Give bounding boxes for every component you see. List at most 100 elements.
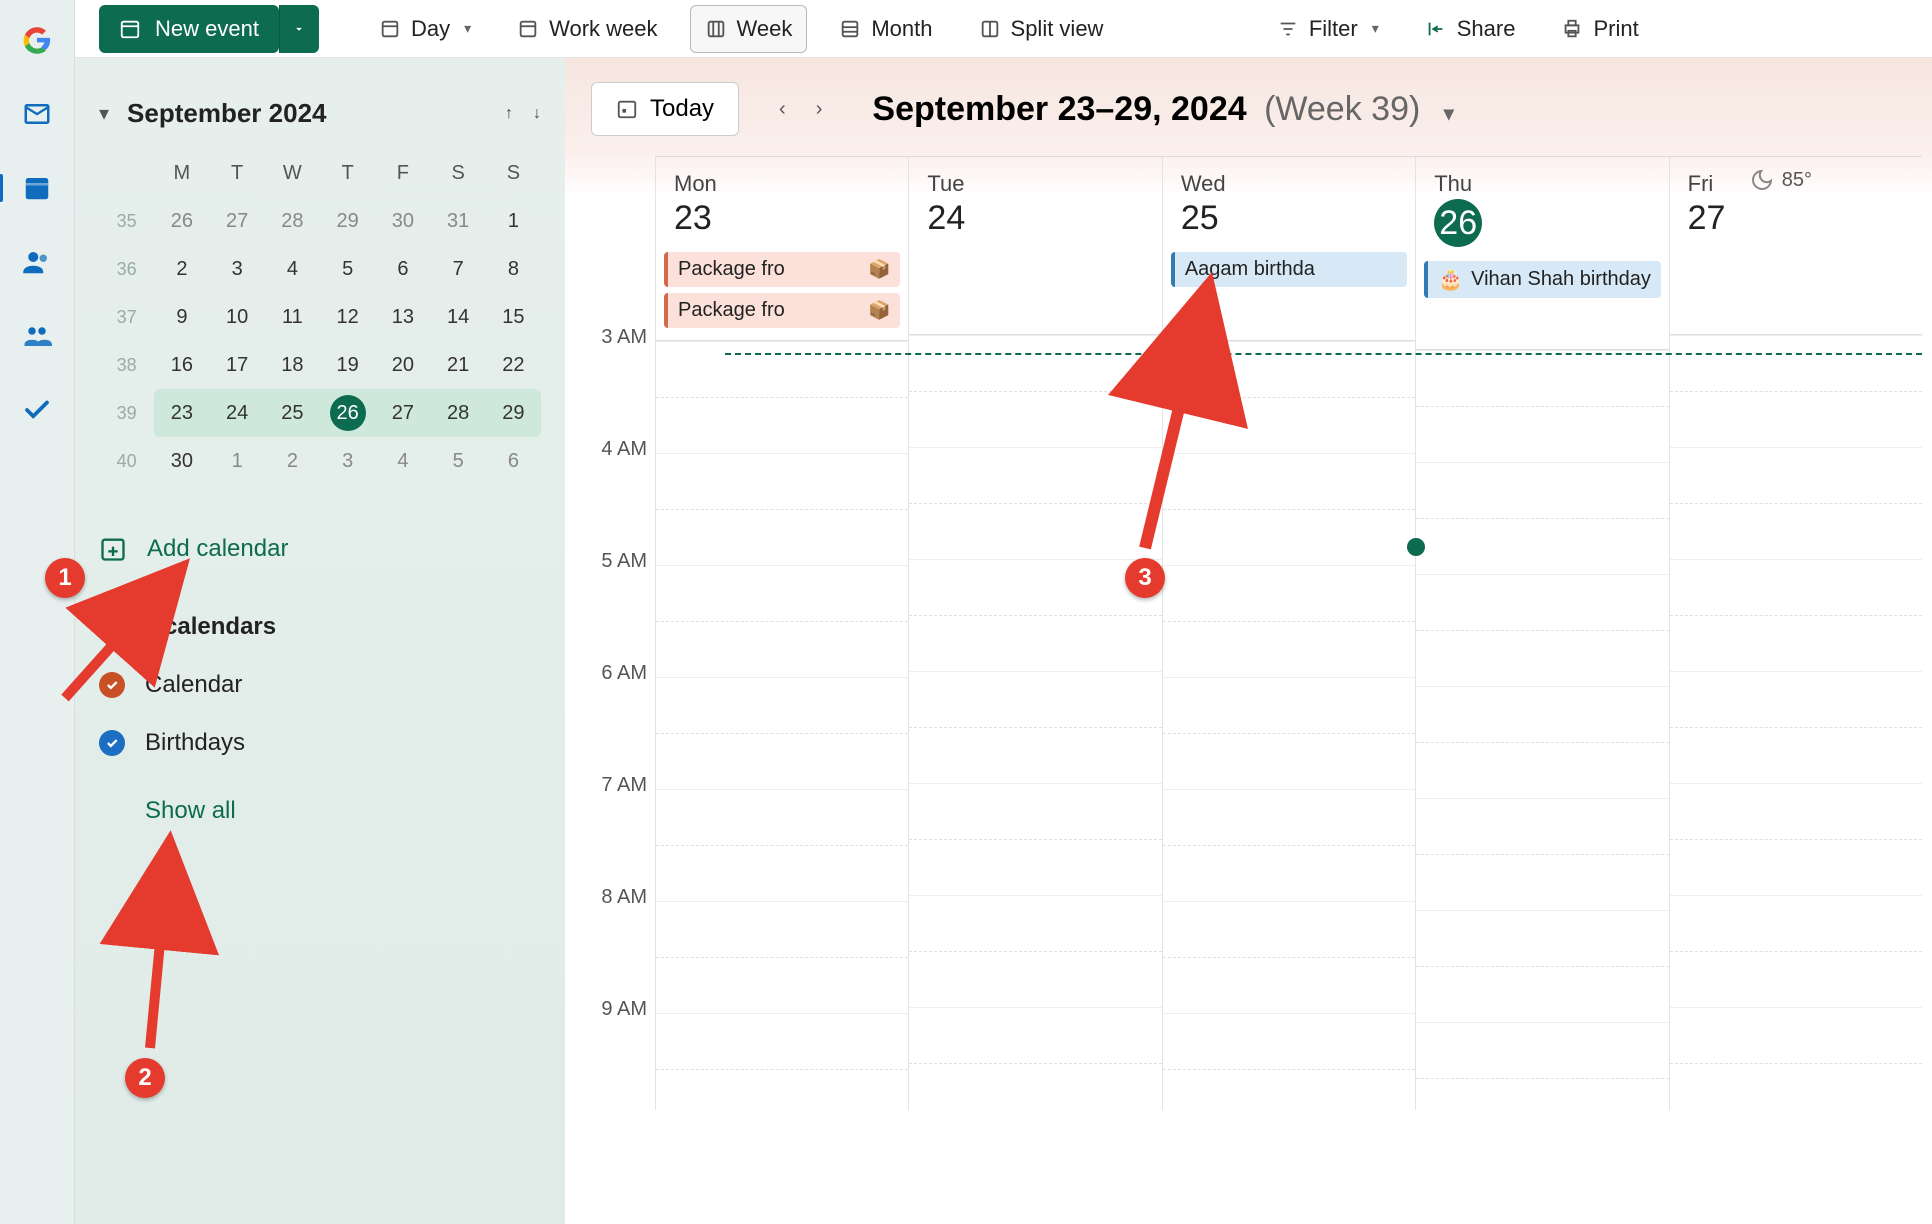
view-day-button[interactable]: Day▾ — [365, 5, 485, 53]
mini-day[interactable]: 30 — [375, 197, 430, 245]
view-workweek-label: Work week — [549, 16, 657, 42]
date-range[interactable]: September 23–29, 2024 (Week 39) ▾ — [872, 90, 1453, 129]
mini-day[interactable]: 19 — [320, 341, 375, 389]
annotation-arrow-2 — [120, 878, 200, 1063]
view-workweek-button[interactable]: Work week — [503, 5, 671, 53]
chevron-down-icon[interactable]: ▾ — [99, 101, 109, 126]
print-button[interactable]: Print — [1547, 5, 1652, 53]
day-column[interactable]: Tue24 — [908, 157, 1161, 1110]
day-of-week: Thu — [1434, 171, 1650, 197]
mini-day[interactable]: 31 — [431, 197, 486, 245]
mini-day[interactable]: 30 — [154, 437, 209, 485]
todo-icon[interactable] — [17, 390, 57, 430]
groups-icon[interactable] — [17, 316, 57, 356]
mini-day[interactable]: 15 — [486, 293, 541, 341]
day-number: 24 — [927, 199, 1143, 238]
people-icon[interactable] — [17, 242, 57, 282]
mini-day[interactable]: 22 — [486, 341, 541, 389]
next-month-button[interactable]: ↓ — [533, 105, 541, 123]
new-event-button[interactable]: New event — [99, 5, 279, 53]
calendar-name: Birthdays — [145, 729, 245, 757]
share-label: Share — [1457, 16, 1516, 42]
mini-day[interactable]: 25 — [265, 389, 320, 437]
mini-day[interactable]: 5 — [431, 437, 486, 485]
event-title: Aagam birthda — [1185, 258, 1315, 281]
mini-day[interactable]: 11 — [265, 293, 320, 341]
mini-day[interactable]: 3 — [210, 245, 265, 293]
mini-day[interactable]: 26 — [154, 197, 209, 245]
next-week-button[interactable]: › — [816, 98, 823, 121]
mini-day[interactable]: 24 — [210, 389, 265, 437]
mini-day[interactable]: 6 — [375, 245, 430, 293]
week-grid[interactable]: Mon23Package fro📦Package fro📦Tue24Wed25A… — [655, 156, 1922, 1110]
day-column[interactable]: Wed25Aagam birthda — [1162, 157, 1415, 1110]
mini-day[interactable]: 8 — [486, 245, 541, 293]
mini-day[interactable]: 1 — [210, 437, 265, 485]
day-column[interactable]: Mon23Package fro📦Package fro📦 — [655, 157, 908, 1110]
view-week-label: Week — [737, 16, 793, 42]
mini-day[interactable]: 2 — [154, 245, 209, 293]
mini-day[interactable]: 26 — [320, 389, 375, 437]
mini-day[interactable]: 4 — [265, 245, 320, 293]
mini-day[interactable]: 27 — [375, 389, 430, 437]
all-day-event[interactable]: Package fro📦 — [664, 293, 900, 328]
day-number: 23 — [674, 199, 890, 238]
view-week-button[interactable]: Week — [690, 5, 808, 53]
mini-day[interactable]: 13 — [375, 293, 430, 341]
day-number: 25 — [1181, 199, 1397, 238]
mini-day[interactable]: 27 — [210, 197, 265, 245]
day-column[interactable]: Fri27 — [1669, 157, 1922, 1110]
mini-day[interactable]: 2 — [265, 437, 320, 485]
filter-label: Filter — [1309, 16, 1358, 42]
add-calendar-button[interactable]: Add calendar — [99, 535, 541, 563]
new-event-dropdown[interactable] — [279, 5, 319, 53]
share-button[interactable]: Share — [1411, 5, 1530, 53]
mini-day[interactable]: 29 — [320, 197, 375, 245]
mini-day[interactable]: 28 — [265, 197, 320, 245]
mini-day[interactable]: 29 — [486, 389, 541, 437]
all-day-event[interactable]: Aagam birthda — [1171, 252, 1407, 287]
mini-day[interactable]: 5 — [320, 245, 375, 293]
mini-day[interactable]: 16 — [154, 341, 209, 389]
prev-week-button[interactable]: ‹ — [779, 98, 786, 121]
view-split-button[interactable]: Split view — [965, 5, 1118, 53]
today-label: Today — [650, 95, 714, 123]
calendar-item[interactable]: Birthdays — [99, 729, 541, 757]
day-column[interactable]: Thu26🎂Vihan Shah birthday — [1415, 157, 1668, 1110]
package-icon: 📦 — [868, 300, 890, 321]
show-all-label: Show all — [145, 797, 236, 824]
mini-day[interactable]: 10 — [210, 293, 265, 341]
google-icon[interactable] — [17, 20, 57, 60]
mini-cal-title: September 2024 — [127, 98, 326, 129]
mini-day[interactable]: 14 — [431, 293, 486, 341]
today-button[interactable]: Today — [591, 82, 739, 136]
filter-button[interactable]: Filter▾ — [1263, 5, 1393, 53]
mini-day[interactable]: 18 — [265, 341, 320, 389]
mini-calendar[interactable]: MTWTFSS352627282930311362345678379101112… — [99, 149, 541, 485]
hour-label: 8 AM — [585, 886, 655, 998]
view-day-label: Day — [411, 16, 450, 42]
mini-day[interactable]: 9 — [154, 293, 209, 341]
calendar-checkbox[interactable] — [99, 730, 125, 756]
mini-day[interactable]: 12 — [320, 293, 375, 341]
print-label: Print — [1593, 16, 1638, 42]
view-month-button[interactable]: Month — [825, 5, 946, 53]
mini-day[interactable]: 28 — [431, 389, 486, 437]
mini-day[interactable]: 6 — [486, 437, 541, 485]
mini-day[interactable]: 1 — [486, 197, 541, 245]
show-all-button[interactable]: Show all — [145, 797, 541, 825]
mini-day[interactable]: 20 — [375, 341, 430, 389]
mini-day[interactable]: 7 — [431, 245, 486, 293]
mini-day[interactable]: 21 — [431, 341, 486, 389]
calendar-icon[interactable] — [17, 168, 57, 208]
prev-month-button[interactable]: ↑ — [505, 105, 513, 123]
mini-day[interactable]: 3 — [320, 437, 375, 485]
annotation-badge-3: 3 — [1125, 558, 1165, 598]
day-of-week: Fri — [1688, 171, 1904, 197]
mail-icon[interactable] — [17, 94, 57, 134]
all-day-event[interactable]: Package fro📦 — [664, 252, 900, 287]
all-day-event[interactable]: 🎂Vihan Shah birthday — [1424, 261, 1660, 298]
mini-day[interactable]: 4 — [375, 437, 430, 485]
mini-day[interactable]: 23 — [154, 389, 209, 437]
mini-day[interactable]: 17 — [210, 341, 265, 389]
